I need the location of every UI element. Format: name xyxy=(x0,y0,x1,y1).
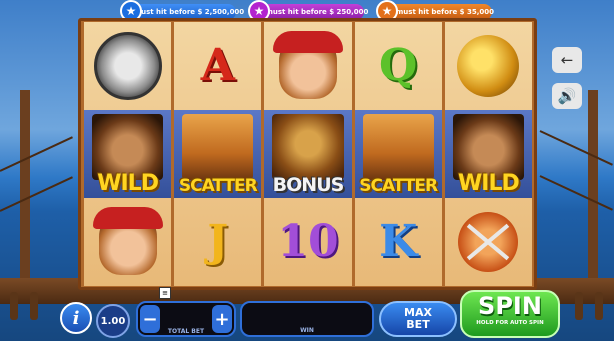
symbol-k: K xyxy=(355,198,442,286)
jackpot-minor-text: must hit before $ 35,000 xyxy=(396,8,494,16)
ship-mast-right xyxy=(588,90,598,290)
gold-coins-icon xyxy=(457,34,520,97)
wild-label: WILD xyxy=(458,170,520,196)
symbol-10: 10 xyxy=(264,198,351,286)
rigging-rope xyxy=(0,176,73,212)
letter-j: J xyxy=(207,215,229,267)
sound-button[interactable]: 🔊 xyxy=(552,83,582,109)
pirate-lady-icon xyxy=(92,206,163,275)
back-arrow-icon: ← xyxy=(560,51,574,69)
ship-mast-left xyxy=(20,90,30,290)
bonus-label: BONUS xyxy=(272,173,345,196)
symbol-bonus: BONUS xyxy=(264,109,352,198)
compass-icon xyxy=(93,31,162,100)
ship-icon xyxy=(362,113,434,180)
wild-label: WILD xyxy=(97,170,159,196)
coin-value-button[interactable]: 1.00 xyxy=(96,304,130,338)
reel-grid: WILD A SCATTER J BONUS 10 Q SCATTER K WI… xyxy=(84,22,532,286)
info-button[interactable]: i xyxy=(60,302,92,334)
symbol-j: J xyxy=(174,198,261,286)
spin-label: SPIN xyxy=(478,292,542,320)
rail-baluster xyxy=(10,292,18,320)
treasure-chest-icon xyxy=(272,113,344,180)
coin-value: 1.00 xyxy=(100,315,126,327)
win-label: WIN xyxy=(300,327,314,334)
rail-baluster xyxy=(595,292,603,320)
symbol-compass xyxy=(84,22,171,110)
number-10: 10 xyxy=(277,215,339,267)
paytable-icon[interactable]: ≡ xyxy=(159,287,171,299)
symbol-crossed-swords xyxy=(445,198,532,286)
letter-q: Q xyxy=(379,39,418,91)
symbol-wild: WILD xyxy=(444,109,532,198)
symbol-pirate-lady xyxy=(84,198,171,286)
rigging-rope xyxy=(539,175,613,211)
jackpot-major-text: must hit before $ 250,000 xyxy=(265,8,369,16)
reel-5: WILD xyxy=(444,22,532,286)
spin-sublabel: HOLD FOR AUTO SPIN xyxy=(476,320,544,326)
win-panel: WIN xyxy=(240,301,374,337)
symbol-wild: WILD xyxy=(84,109,172,198)
scatter-label: SCATTER xyxy=(178,175,258,196)
symbol-pirate-lady xyxy=(264,22,351,110)
rail-baluster xyxy=(575,292,583,320)
symbol-scatter: SCATTER xyxy=(174,109,262,198)
reel-4: Q SCATTER K xyxy=(354,22,442,286)
rail-baluster xyxy=(30,292,38,320)
total-bet-label: TOTAL BET xyxy=(167,328,205,335)
reel-1: WILD xyxy=(84,22,172,286)
pirate-lady-icon xyxy=(272,30,343,99)
spin-button[interactable]: SPIN HOLD FOR AUTO SPIN xyxy=(460,290,560,338)
scatter-label: SCATTER xyxy=(359,175,438,196)
letter-a: A xyxy=(200,39,235,91)
symbol-scatter: SCATTER xyxy=(354,109,442,198)
crossed-swords-icon xyxy=(458,211,519,272)
max-bet-button[interactable]: MAX BET xyxy=(379,301,457,337)
letter-k: K xyxy=(379,215,418,267)
reel-3: BONUS 10 xyxy=(264,22,352,286)
rigging-rope xyxy=(0,136,73,172)
ship-icon xyxy=(182,113,254,180)
total-bet-panel: − + TOTAL BET xyxy=(136,301,236,337)
symbol-gold-coins xyxy=(445,22,532,110)
symbol-a: A xyxy=(174,22,261,110)
rigging-rope xyxy=(539,130,613,166)
reel-2: A SCATTER J xyxy=(174,22,262,286)
symbol-q: Q xyxy=(355,22,442,110)
speaker-icon: 🔊 xyxy=(557,87,577,105)
back-button[interactable]: ← xyxy=(552,47,582,73)
